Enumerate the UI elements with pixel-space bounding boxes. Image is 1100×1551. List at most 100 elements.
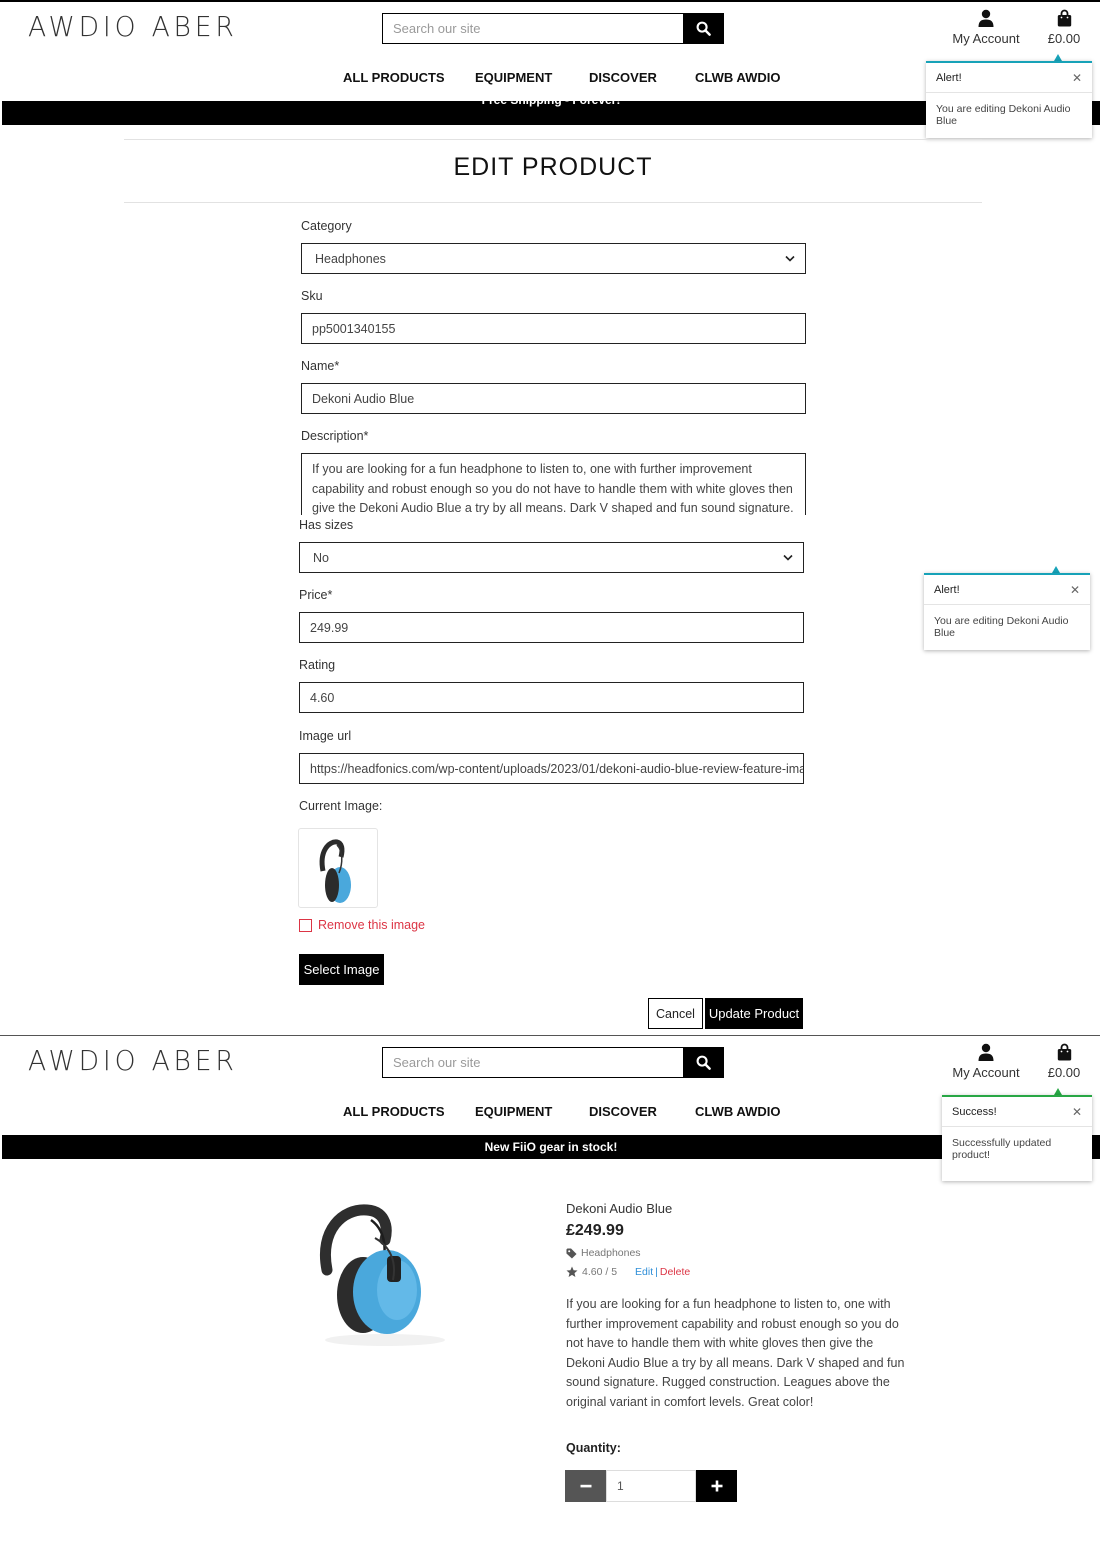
toast-arrow: [1052, 566, 1060, 573]
quantity-stepper: 1: [565, 1470, 737, 1502]
my-account-label: My Account: [952, 31, 1020, 46]
update-product-button[interactable]: Update Product: [705, 998, 803, 1029]
toast-header: Success! ✕: [942, 1097, 1092, 1127]
minus-icon: [580, 1484, 591, 1488]
my-account-label: My Account: [952, 1065, 1020, 1080]
nav-clwb-awdio[interactable]: CLWB AWDIO: [695, 70, 780, 85]
image-url-label: Image url: [299, 729, 352, 743]
description-textarea[interactable]: If you are looking for a fun headphone t…: [301, 453, 806, 515]
promo-banner-text: New FiiO gear in stock!: [484, 1140, 618, 1154]
category-label: Category: [301, 219, 352, 233]
close-icon[interactable]: ✕: [1070, 583, 1080, 597]
current-image-thumbnail[interactable]: [298, 828, 378, 908]
tag-icon: [566, 1247, 577, 1259]
headphones-image: [320, 1204, 445, 1346]
search-button[interactable]: [683, 1048, 723, 1077]
sku-label: Sku: [301, 289, 323, 303]
divider: [124, 139, 982, 140]
cancel-button[interactable]: Cancel: [648, 998, 703, 1029]
shopping-bag-icon: [1057, 1043, 1071, 1061]
nav-equipment[interactable]: EQUIPMENT: [475, 70, 589, 85]
search-input[interactable]: [383, 14, 683, 43]
search-input[interactable]: [383, 1048, 683, 1077]
remove-image-checkbox[interactable]: [299, 918, 312, 932]
toast-arrow: [1054, 1088, 1062, 1095]
shopping-bag-link[interactable]: £0.00: [1040, 1043, 1088, 1080]
page-title: EDIT PRODUCT: [453, 153, 653, 181]
rating-label: Rating: [299, 658, 336, 672]
user-icon: [978, 1043, 994, 1061]
sku-value: pp5001340155: [312, 321, 396, 336]
close-icon[interactable]: ✕: [1072, 71, 1082, 85]
product-category[interactable]: Headphones: [566, 1247, 641, 1259]
nav-discover[interactable]: DISCOVER: [589, 1104, 695, 1119]
product-image[interactable]: [305, 1200, 465, 1355]
description-label: Description*: [301, 429, 369, 443]
search-bar: [382, 1047, 724, 1078]
category-select[interactable]: Headphones: [301, 243, 806, 274]
decrement-button[interactable]: [565, 1470, 606, 1502]
search-icon: [696, 1055, 711, 1070]
bag-total: £0.00: [1047, 31, 1081, 46]
has-sizes-value: No: [313, 550, 329, 565]
rating-value: 4.60: [310, 690, 335, 705]
close-icon[interactable]: ✕: [1072, 1105, 1082, 1119]
search-icon: [696, 21, 711, 36]
current-image-label: Current Image:: [299, 799, 383, 813]
success-toast: Success! ✕ Successfully updated product!: [942, 1095, 1092, 1181]
page-top-border: [0, 0, 1100, 2]
product-rating: 4.60 / 5 Edit | Delete: [566, 1266, 690, 1278]
alert-toast: Alert! ✕ You are editing Dekoni Audio Bl…: [924, 573, 1090, 650]
toast-header: Alert! ✕: [926, 63, 1092, 93]
toast-arrow: [1054, 54, 1062, 61]
my-account-link[interactable]: My Account: [952, 9, 1020, 46]
main-nav: ALL PRODUCTS EQUIPMENT DISCOVER CLWB AWD…: [343, 1104, 780, 1119]
nav-all-products[interactable]: ALL PRODUCTS: [343, 1104, 475, 1119]
site-logo[interactable]: AWDIO ABER: [28, 1044, 238, 1077]
promo-banner: New FiiO gear in stock!: [2, 1135, 1100, 1159]
toast-title: Success!: [952, 1105, 997, 1118]
product-rating-value: 4.60 / 5: [582, 1266, 618, 1278]
price-value: 249.99: [310, 620, 349, 635]
select-image-button[interactable]: Select Image: [299, 954, 384, 985]
product-description: If you are looking for a fun headphone t…: [566, 1297, 905, 1409]
nav-equipment[interactable]: EQUIPMENT: [475, 1104, 589, 1119]
alert-toast: Alert! ✕ You are editing Dekoni Audio Bl…: [926, 61, 1092, 138]
sku-input[interactable]: pp5001340155: [301, 313, 806, 344]
has-sizes-select[interactable]: No: [299, 542, 804, 573]
divider: [124, 202, 982, 203]
edit-product-link[interactable]: Edit: [635, 1266, 653, 1278]
product-price: £249.99: [566, 1222, 624, 1239]
delete-product-link[interactable]: Delete: [660, 1266, 690, 1278]
increment-button[interactable]: [696, 1470, 737, 1502]
toast-message: You are editing Dekoni Audio Blue: [936, 103, 1071, 127]
search-bar: [382, 13, 724, 44]
quantity-input[interactable]: 1: [606, 1470, 696, 1502]
category-value: Headphones: [315, 251, 386, 266]
remove-image-row: Remove this image: [299, 918, 425, 932]
shopping-bag-link[interactable]: £0.00: [1040, 9, 1088, 46]
nav-discover[interactable]: DISCOVER: [589, 70, 695, 85]
image-url-value: https://headfonics.com/wp-content/upload…: [310, 761, 804, 776]
chevron-down-icon: [785, 255, 795, 262]
my-account-link[interactable]: My Account: [952, 1043, 1020, 1080]
chevron-down-icon: [783, 554, 793, 561]
image-url-input[interactable]: https://headfonics.com/wp-content/upload…: [299, 753, 804, 784]
site-logo[interactable]: AWDIO ABER: [28, 10, 238, 43]
name-label: Name*: [301, 359, 340, 373]
rating-input[interactable]: 4.60: [299, 682, 804, 713]
product-name: Dekoni Audio Blue: [566, 1201, 673, 1216]
nav-clwb-awdio[interactable]: CLWB AWDIO: [695, 1104, 780, 1119]
name-input[interactable]: Dekoni Audio Blue: [301, 383, 806, 414]
link-separator: |: [655, 1266, 658, 1278]
quantity-label: Quantity:: [566, 1441, 621, 1455]
remove-image-label: Remove this image: [318, 918, 425, 932]
main-nav: ALL PRODUCTS EQUIPMENT DISCOVER CLWB AWD…: [343, 70, 780, 85]
product-category-label: Headphones: [581, 1247, 641, 1259]
toast-title: Alert!: [934, 583, 960, 596]
price-input[interactable]: 249.99: [299, 612, 804, 643]
search-button[interactable]: [683, 14, 723, 43]
nav-all-products[interactable]: ALL PRODUCTS: [343, 70, 475, 85]
name-value: Dekoni Audio Blue: [312, 391, 415, 406]
toast-message: Successfully updated product!: [952, 1137, 1052, 1161]
